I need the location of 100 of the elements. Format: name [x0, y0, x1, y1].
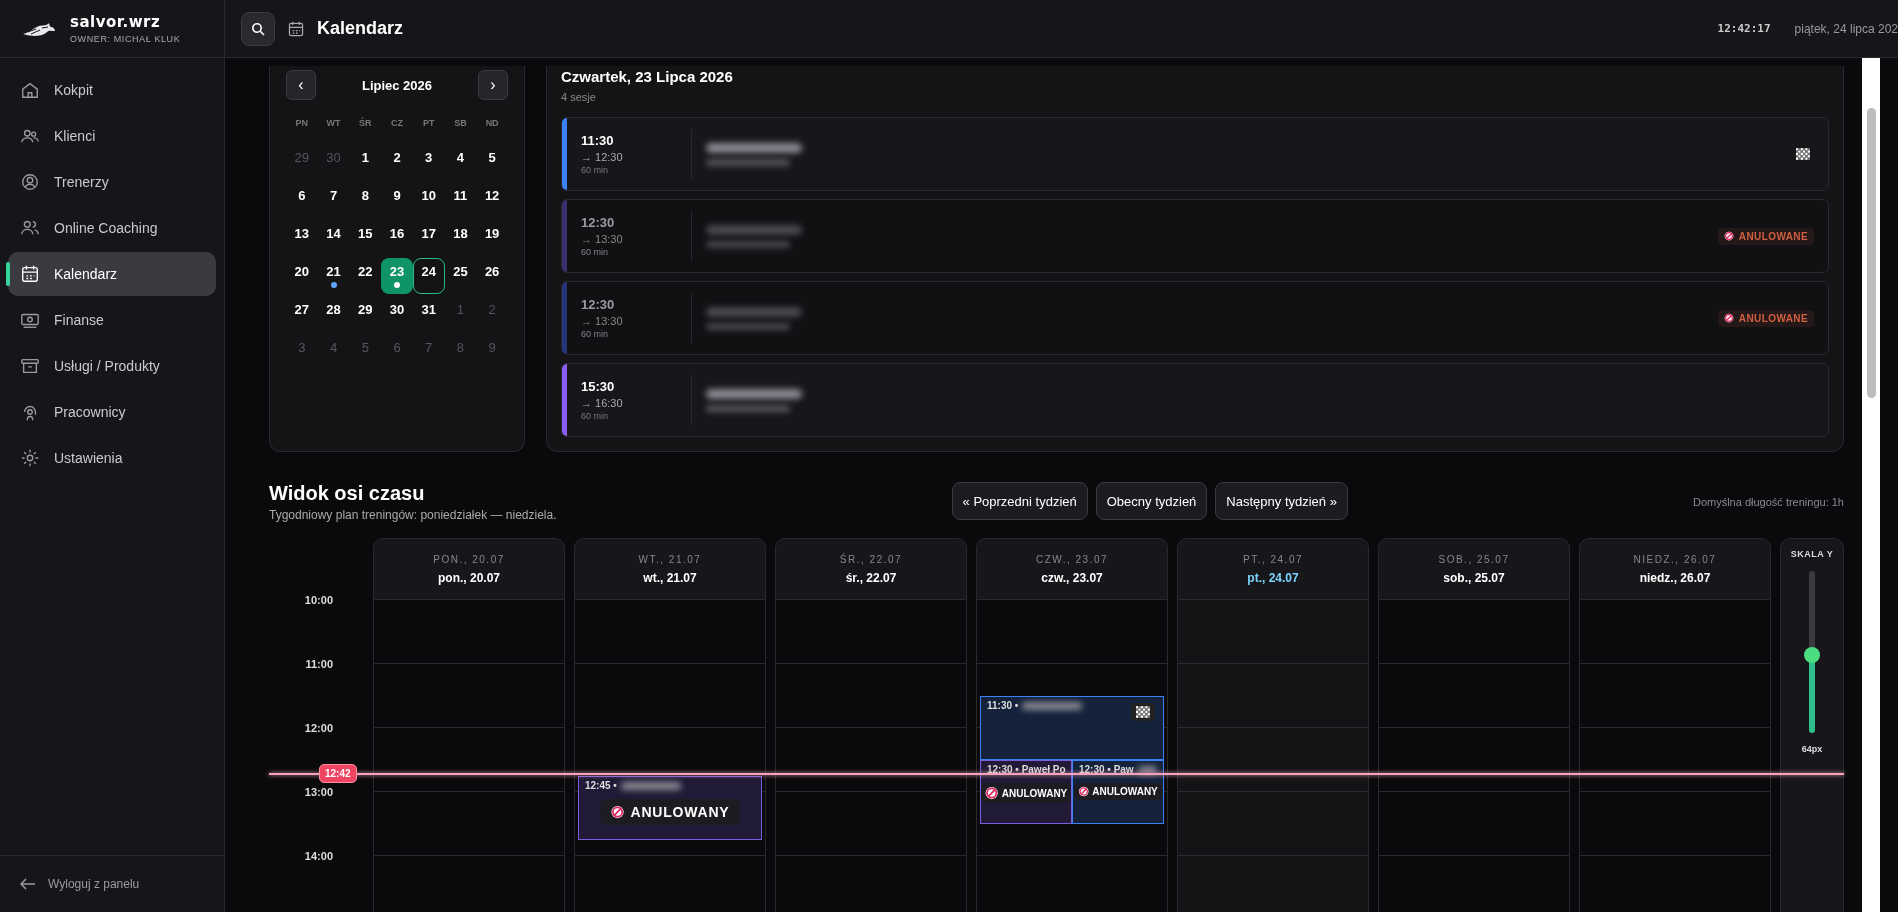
calendar-day[interactable]: 19 [476, 220, 508, 256]
hour-label: 14:00 [304, 850, 333, 862]
calendar-day[interactable]: 30 [381, 296, 413, 332]
calendar-day[interactable]: 11 [444, 182, 477, 218]
calendar-day[interactable]: 9 [381, 182, 413, 218]
sidebar-item[interactable]: Kokpit [8, 68, 216, 112]
calendar-day[interactable]: 2 [381, 144, 413, 180]
calendar-day[interactable]: 23 [381, 258, 413, 294]
session-time: 11:30 • [987, 700, 1019, 711]
sidebar-item[interactable]: Trenerzy [8, 160, 216, 204]
calendar-day[interactable]: 22 [349, 258, 382, 294]
day-label: pt., 24.07 [1247, 570, 1299, 585]
sidebar-item[interactable]: Online Coaching [8, 206, 216, 250]
day-caption: CZW., 23.07 [1035, 553, 1109, 565]
calendar-day[interactable]: 10 [412, 182, 445, 218]
search-button[interactable] [241, 11, 275, 46]
next-month-button[interactable]: › [478, 70, 508, 100]
session-block[interactable]: 12:45 • ANULOWANY [578, 776, 762, 840]
cancelled-badge: ANULOWANY [1074, 783, 1162, 800]
blurred-name [1137, 765, 1157, 774]
calendar-day[interactable]: 3 [412, 144, 445, 180]
session-duration: 60 min [581, 247, 609, 257]
calendar-day[interactable]: 24 [412, 258, 445, 294]
session-time: 12:45 • [585, 780, 617, 791]
clock: 12:42:17 [1717, 22, 1771, 35]
week-nav-button[interactable]: Obecny tydzień [1095, 482, 1208, 520]
session-duration: 60 min [581, 411, 609, 421]
calendar-day[interactable]: 20 [286, 258, 318, 294]
session-start: 15:30 [581, 379, 616, 394]
day-label: sob., 25.07 [1443, 570, 1505, 585]
calendar-day[interactable]: 12 [476, 182, 508, 218]
day-label: niedz., 26.07 [1639, 570, 1711, 585]
session-card[interactable]: 11:30 → 12:30 60 min [561, 117, 1829, 191]
scrollbar[interactable] [1862, 58, 1880, 912]
calendar-day[interactable]: 6 [286, 182, 318, 218]
calendar-day[interactable]: 1 [349, 144, 382, 180]
session-duration: 60 min [581, 329, 609, 339]
cancelled-badge: ANULOWANY [600, 799, 740, 825]
calendar-day[interactable]: 14 [317, 220, 350, 256]
hour-label: 12:00 [304, 722, 333, 734]
weekday-label: PN [294, 118, 310, 130]
sidebar-item[interactable]: Kalendarz [8, 252, 216, 296]
sidebar-item[interactable]: Pracownicy [8, 390, 216, 434]
no-entry-icon [1723, 231, 1734, 241]
session-block[interactable]: 11:30 • [980, 696, 1164, 760]
week-nav-button[interactable]: « Poprzedni tydzień [951, 482, 1088, 520]
nav-icon [20, 264, 40, 284]
calendar-day[interactable]: 29 [349, 296, 382, 332]
calendar-day[interactable]: 25 [444, 258, 477, 294]
calendar-day[interactable]: 31 [412, 296, 445, 332]
no-entry-icon [610, 805, 625, 819]
session-card[interactable]: 12:30 → 13:30 60 min ANULOWANE [561, 199, 1829, 273]
sidebar-item[interactable]: Klienci [8, 114, 216, 158]
hour-label: 13:00 [304, 786, 333, 798]
sidebar-item[interactable]: Ustawienia [8, 436, 216, 480]
blurred-name [620, 781, 681, 790]
calendar-day[interactable]: 4 [444, 144, 477, 180]
slider-thumb[interactable] [1804, 647, 1820, 664]
brand-name: salvor.wrz [70, 13, 162, 31]
calendar-day[interactable]: 13 [286, 220, 318, 256]
session-card[interactable]: 15:30 → 16:30 60 min [561, 363, 1829, 437]
session-block[interactable]: 12:30 • Paweł Po ANULOWANY [980, 760, 1072, 824]
page-title: Kalendarz [317, 18, 404, 39]
date-label: piątek, 24 lipca 202 [1794, 21, 1898, 36]
prev-month-button[interactable]: ‹ [286, 70, 316, 100]
sessions-date-title: Czwartek, 23 Lipca 2026 [561, 68, 734, 85]
nav-icon [20, 356, 40, 376]
calendar-icon [287, 19, 305, 38]
nav-icon [20, 172, 40, 192]
day-caption: ŚR., 22.07 [839, 553, 903, 565]
session-card[interactable]: 12:30 → 13:30 60 min ANULOWANE [561, 281, 1829, 355]
calendar-day[interactable]: 27 [286, 296, 318, 332]
calendar-day[interactable]: 26 [476, 258, 508, 294]
calendar-day[interactable]: 17 [412, 220, 445, 256]
calendar-day[interactable]: 8 [349, 182, 382, 218]
sidebar-item[interactable]: Usługi / Produkty [8, 344, 216, 388]
scale-reading: 64px [1801, 744, 1823, 754]
timeline-subtitle: Tygodniowy plan treningów: poniedziałek — niedziela. [269, 508, 557, 522]
nav-icon [20, 80, 40, 100]
day-label: pon., 20.07 [438, 570, 500, 585]
week-nav-button[interactable]: Następny tydzień » [1215, 482, 1348, 520]
calendar-day[interactable]: 18 [444, 220, 477, 256]
day-caption: PT., 24.07 [1243, 553, 1303, 565]
session-time: 12:30 • Paw [1079, 764, 1134, 775]
session-start: 12:30 [581, 297, 616, 312]
session-block[interactable]: 12:30 • Paw ANULOWANY [1072, 760, 1164, 824]
logout-link[interactable]: Wyloguj z panelu [0, 855, 224, 912]
month-label: Lipiec 2026 [361, 77, 433, 93]
sidebar-item[interactable]: Finanse [8, 298, 216, 342]
calendar-day[interactable]: 21 [317, 258, 350, 294]
calendar-day[interactable]: 28 [317, 296, 350, 332]
day-caption: WT., 21.07 [638, 553, 702, 565]
calendar-day[interactable]: 7 [317, 182, 350, 218]
calendar-day[interactable]: 15 [349, 220, 382, 256]
calendar-day[interactable]: 5 [476, 144, 508, 180]
session-start: 12:30 [581, 215, 616, 230]
calendar-day[interactable]: 16 [381, 220, 413, 256]
no-entry-icon [1723, 313, 1734, 323]
weekday-label: PT [421, 118, 436, 130]
weekday-label: CZ [390, 118, 404, 130]
